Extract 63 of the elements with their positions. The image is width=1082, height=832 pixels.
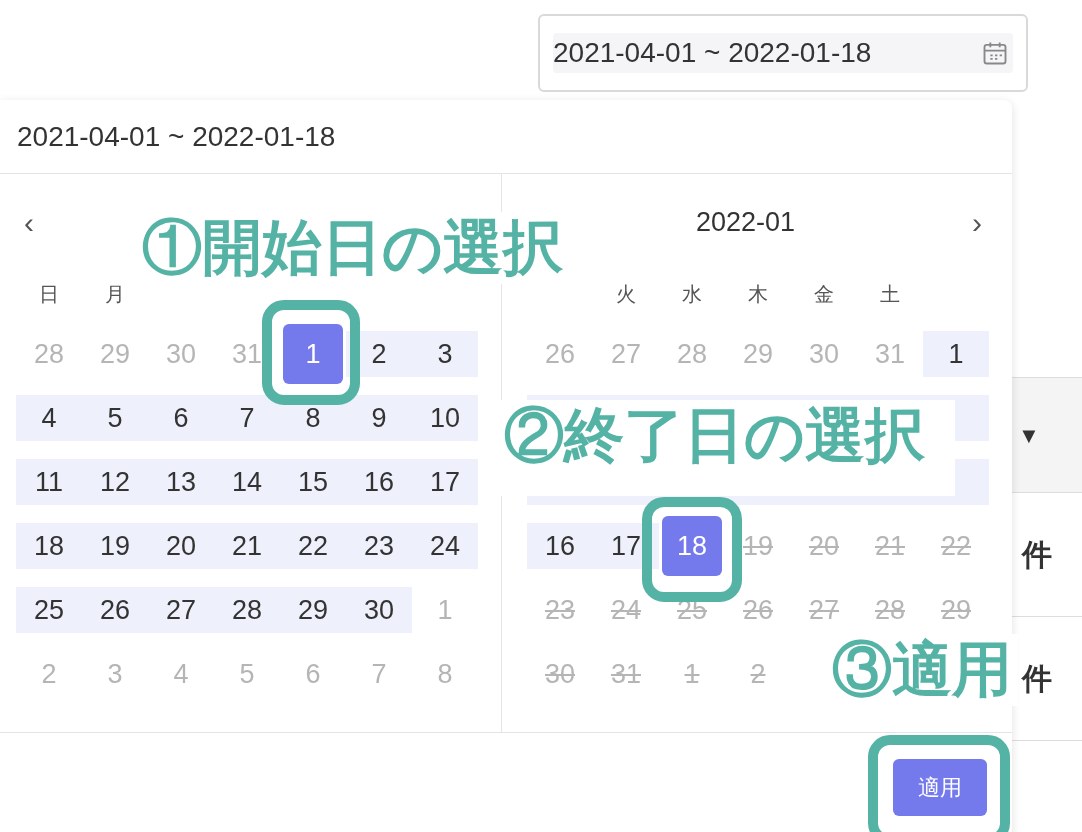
- calendar-day[interactable]: 16: [527, 523, 593, 569]
- calendar-day[interactable]: 19: [82, 523, 148, 569]
- weekday-label: 水: [681, 282, 703, 307]
- month-title: 2022-01: [695, 205, 796, 239]
- selected-day[interactable]: 18: [662, 516, 722, 576]
- weekday-label: 月: [104, 282, 126, 307]
- selected-range-text: 2021-04-01 ~ 2022-01-18: [17, 119, 336, 154]
- calendar-day[interactable]: 26: [82, 587, 148, 633]
- weekday-label: 火: [615, 282, 637, 307]
- calendar-day: 21: [857, 523, 923, 569]
- calendar-day[interactable]: 3: [412, 331, 478, 377]
- previous-month-button[interactable]: ‹: [16, 199, 42, 245]
- calendar-day: 26: [725, 587, 791, 633]
- calendar-day[interactable]: 24: [412, 523, 478, 569]
- calendar-day[interactable]: 12: [82, 459, 148, 505]
- calendar-day[interactable]: 18: [16, 523, 82, 569]
- calendar-day: 1: [659, 651, 725, 697]
- calendar-day[interactable]: 21: [214, 523, 280, 569]
- dropdown-caret[interactable]: ▼: [1018, 418, 1040, 452]
- next-month-button[interactable]: ›: [964, 199, 990, 245]
- calendar-day[interactable]: 23: [346, 523, 412, 569]
- calendar-day[interactable]: 20: [148, 523, 214, 569]
- calendar-day: 31: [593, 651, 659, 697]
- calendar-day[interactable]: 15: [280, 459, 346, 505]
- count-unit-label: 件: [1022, 537, 1052, 573]
- calendar-day[interactable]: 10: [412, 395, 478, 441]
- calendar-day[interactable]: 14: [214, 459, 280, 505]
- calendar-day: 28: [857, 587, 923, 633]
- calendar-day[interactable]: 30: [346, 587, 412, 633]
- calendar-day: 29: [923, 587, 989, 633]
- date-range-value: 2021-04-01 ~ 2022-01-18: [553, 36, 872, 70]
- selected-day[interactable]: 1: [283, 324, 343, 384]
- calendar-day: 19: [725, 523, 791, 569]
- calendar-day: 30: [527, 651, 593, 697]
- apply-button[interactable]: 適用: [893, 759, 987, 816]
- calendar-day[interactable]: 22: [280, 523, 346, 569]
- calendar-day[interactable]: 16: [346, 459, 412, 505]
- calendar-day[interactable]: 17: [412, 459, 478, 505]
- date-range-field[interactable]: 2021-04-01 ~ 2022-01-18: [538, 14, 1028, 92]
- annotation-label: ②終了日の選択: [498, 400, 955, 496]
- calendar-day: 23: [527, 587, 593, 633]
- calendar-day: 22: [923, 523, 989, 569]
- calendar-day[interactable]: 6: [148, 395, 214, 441]
- weekday-label: 土: [879, 282, 901, 307]
- calendar-day[interactable]: 5: [82, 395, 148, 441]
- calendar-day[interactable]: 9: [346, 395, 412, 441]
- calendar-day: 27: [791, 587, 857, 633]
- weekday-label: 木: [747, 282, 769, 307]
- calendar-day: 20: [791, 523, 857, 569]
- calendar-day[interactable]: 13: [148, 459, 214, 505]
- calendar-day: 24: [593, 587, 659, 633]
- count-unit-label: 件: [1022, 661, 1052, 697]
- calendar-day[interactable]: 29: [280, 587, 346, 633]
- calendar-day[interactable]: 25: [16, 587, 82, 633]
- calendar-day[interactable]: 27: [148, 587, 214, 633]
- calendar-day[interactable]: 7: [214, 395, 280, 441]
- weekday-label: 金: [813, 282, 835, 307]
- calendar-day[interactable]: 28: [214, 587, 280, 633]
- calendar-day: 2: [725, 651, 791, 697]
- calendar-day[interactable]: 1: [923, 331, 989, 377]
- weekday-label: 日: [38, 282, 60, 307]
- calendar-day[interactable]: 11: [16, 459, 82, 505]
- calendar-day[interactable]: 4: [16, 395, 82, 441]
